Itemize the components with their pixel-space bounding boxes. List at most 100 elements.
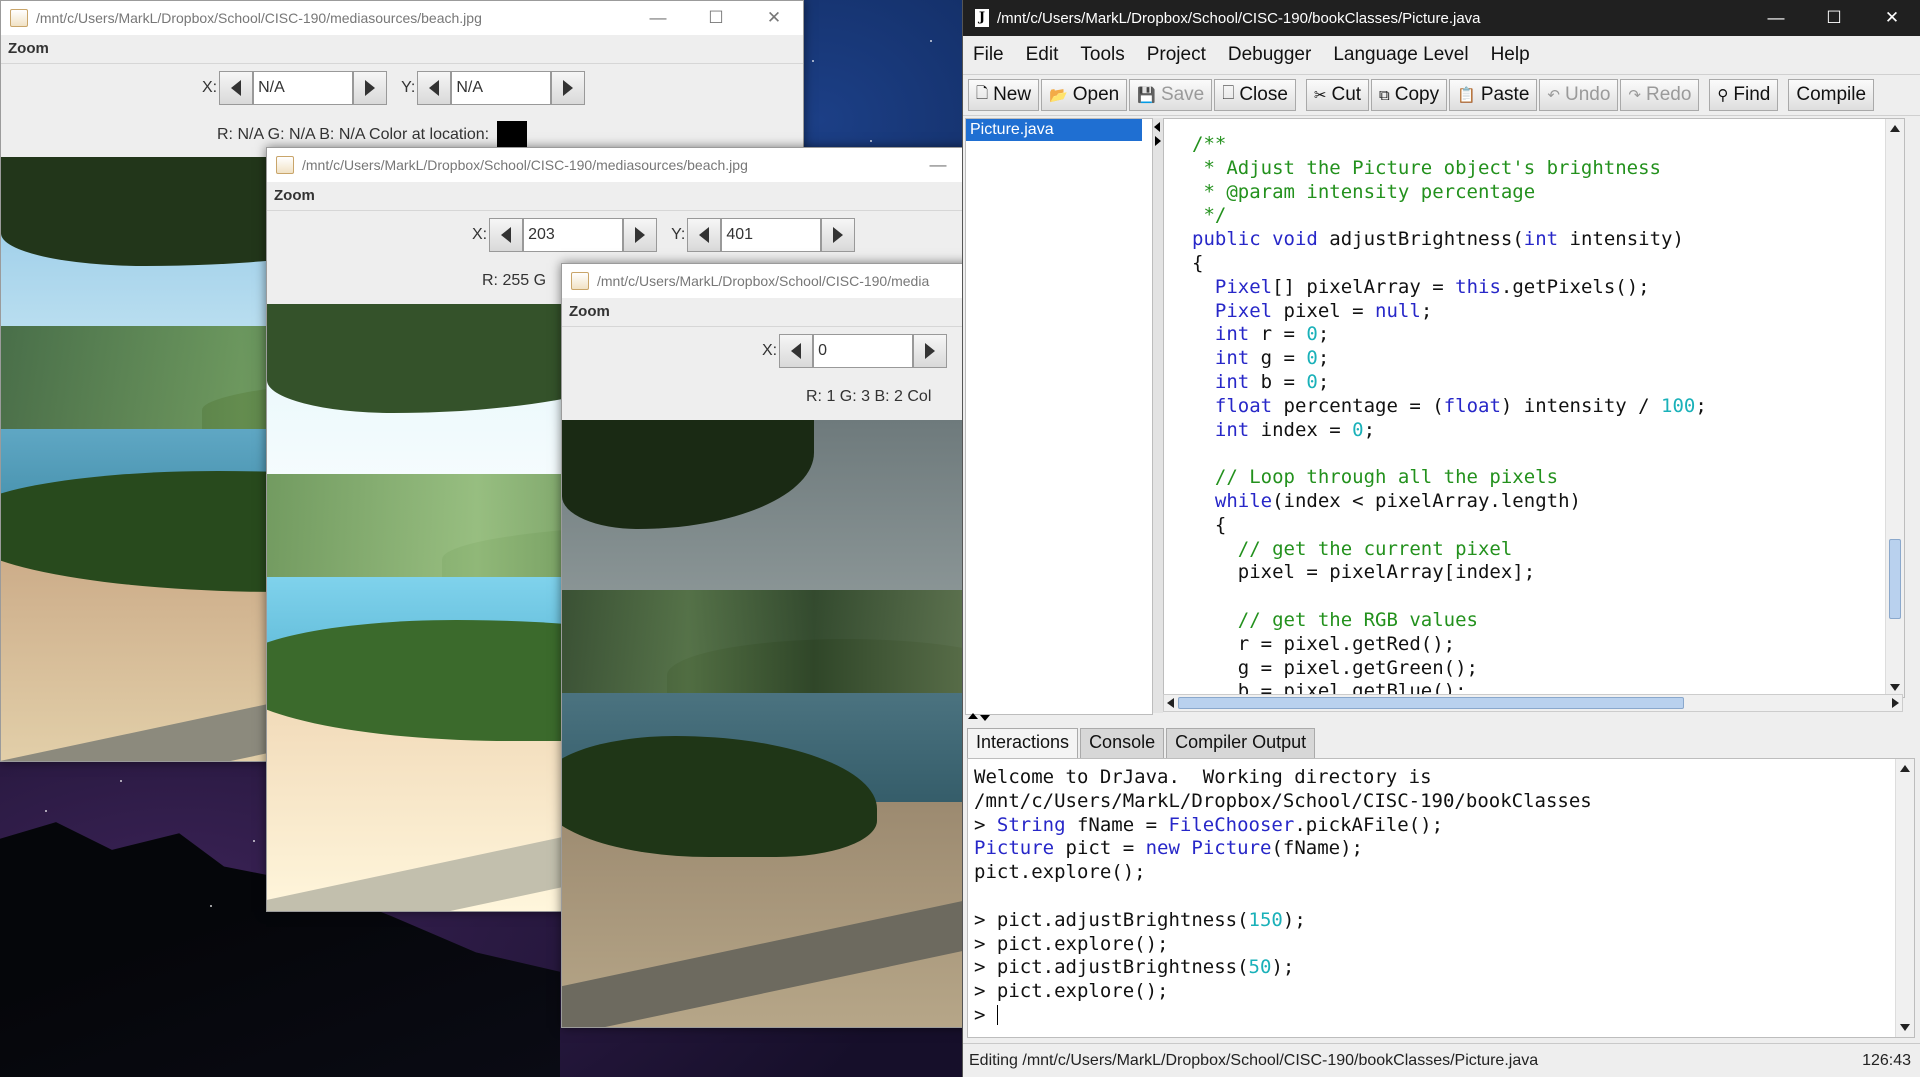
zoom-menu[interactable]: Zoom <box>1 35 803 64</box>
collapse-up-icon[interactable] <box>968 713 978 719</box>
scroll-thumb[interactable] <box>1178 697 1684 709</box>
menu-file[interactable]: File <box>973 44 1004 66</box>
menu-tools[interactable]: Tools <box>1080 44 1124 66</box>
status-text: Editing /mnt/c/Users/MarkL/Dropbox/Schoo… <box>969 1051 1539 1069</box>
drjava-app-icon: J <box>975 9 989 27</box>
open-button[interactable]: 📂 Open <box>1041 79 1128 111</box>
binoculars-icon: ⚲ <box>1717 87 1729 104</box>
scroll-down-icon[interactable] <box>1900 1024 1910 1031</box>
x-prev-button[interactable] <box>779 334 814 368</box>
arrow-left-icon <box>501 227 512 243</box>
toolbar: 🗋 New 📂 Open 💾 Save 🗌 Close ✂ Cut ⧉ Copy 📋 Past… <box>963 75 1920 116</box>
window-titlebar[interactable]: /mnt/c/Users/MarkL/Dropbox/School/CISC-1… <box>1 1 803 35</box>
x-coordinate-input[interactable] <box>253 71 354 105</box>
undo-icon: ↶ <box>1547 87 1560 104</box>
arrow-right-icon <box>925 343 936 359</box>
redo-button[interactable]: ↷ Redo <box>1620 79 1700 111</box>
maximize-icon[interactable]: ☐ <box>687 8 745 28</box>
scroll-left-icon[interactable] <box>1167 698 1174 708</box>
source-code[interactable]: /** * Adjust the Picture object's bright… <box>1164 119 1904 697</box>
code-line: * @param intensity percentage <box>1192 180 1536 203</box>
tab-console[interactable]: Console <box>1080 728 1165 758</box>
file-item-picture-java[interactable]: Picture.java <box>966 119 1142 141</box>
code-line: */ <box>1192 204 1227 227</box>
editor-vertical-scrollbar[interactable] <box>1885 119 1904 697</box>
undo-button[interactable]: ↶ Undo <box>1539 79 1619 111</box>
window-titlebar[interactable]: /mnt/c/Users/MarkL/Dropbox/School/CISC-1… <box>562 264 982 298</box>
y-next-button[interactable] <box>551 71 586 105</box>
x-coordinate-input[interactable] <box>813 334 914 368</box>
vertical-splitter[interactable] <box>1153 118 1163 713</box>
picture-explorer-window-3[interactable]: /mnt/c/Users/MarkL/Dropbox/School/CISC-1… <box>561 263 983 1028</box>
minimize-icon[interactable]: — <box>629 8 687 28</box>
java-app-icon <box>10 9 28 27</box>
code-line: // get the RGB values <box>1237 608 1478 631</box>
console-line: > pict.explore(); <box>974 980 1169 1003</box>
horizontal-splitter[interactable] <box>963 712 1920 722</box>
x-label: X: <box>202 79 218 96</box>
tab-interactions[interactable]: Interactions <box>967 728 1079 758</box>
find-button[interactable]: ⚲ Find <box>1709 79 1779 111</box>
window-title: /mnt/c/Users/MarkL/Dropbox/School/CISC-1… <box>302 157 748 173</box>
scroll-down-icon[interactable] <box>1890 684 1900 691</box>
x-next-button[interactable] <box>913 334 948 368</box>
interactions-text[interactable]: Welcome to DrJava. Working directory is /… <box>968 759 1914 1028</box>
code-line: Pixel[] pixelArray = this.getPixels(); <box>1214 275 1650 298</box>
window-titlebar[interactable]: /mnt/c/Users/MarkL/Dropbox/School/CISC-1… <box>267 148 967 182</box>
console-line: Picture pict = new Picture(fName); <box>974 837 1363 860</box>
collapse-down-icon[interactable] <box>980 715 990 721</box>
zoom-menu[interactable]: Zoom <box>562 298 982 327</box>
menu-project[interactable]: Project <box>1147 44 1206 66</box>
console-vertical-scrollbar[interactable] <box>1895 759 1914 1037</box>
y-prev-button[interactable] <box>417 71 452 105</box>
beach-image-darkened[interactable] <box>562 420 982 1027</box>
editor-horizontal-scrollbar[interactable] <box>1163 694 1903 712</box>
new-button[interactable]: 🗋 New <box>968 79 1040 111</box>
zoom-menu[interactable]: Zoom <box>267 182 967 211</box>
x-prev-button[interactable] <box>219 71 254 105</box>
compile-button[interactable]: Compile <box>1788 79 1875 111</box>
save-button[interactable]: 💾 Save <box>1129 79 1213 111</box>
interactions-pane[interactable]: Welcome to DrJava. Working directory is /… <box>967 758 1915 1038</box>
window-title: /mnt/c/Users/MarkL/Dropbox/School/CISC-1… <box>597 273 930 289</box>
x-coordinate-input[interactable] <box>523 218 624 252</box>
close-button[interactable]: 🗌 Close <box>1214 79 1296 111</box>
window-titlebar[interactable]: J /mnt/c/Users/MarkL/Dropbox/School/CISC… <box>963 0 1920 36</box>
minimize-icon[interactable]: — <box>1747 8 1805 28</box>
scroll-up-icon[interactable] <box>1890 125 1900 132</box>
collapse-left-icon[interactable] <box>1154 122 1160 132</box>
x-next-button[interactable] <box>353 71 388 105</box>
scroll-thumb[interactable] <box>1889 539 1901 619</box>
y-coordinate-input[interactable] <box>721 218 822 252</box>
cut-button[interactable]: ✂ Cut <box>1305 79 1370 111</box>
scroll-up-icon[interactable] <box>1900 765 1910 772</box>
drjava-window[interactable]: J /mnt/c/Users/MarkL/Dropbox/School/CISC… <box>962 0 1920 1077</box>
maximize-icon[interactable]: ☐ <box>1805 8 1863 28</box>
menu-debugger[interactable]: Debugger <box>1228 44 1311 66</box>
y-prev-button[interactable] <box>687 218 722 252</box>
console-line: > pict.adjustBrightness(50); <box>974 956 1295 979</box>
bottom-tabs: Interactions Console Compiler Output <box>967 728 1317 758</box>
x-prev-button[interactable] <box>489 218 524 252</box>
copy-button[interactable]: ⧉ Copy <box>1371 79 1448 111</box>
collapse-right-icon[interactable] <box>1155 136 1161 146</box>
tab-compiler-output[interactable]: Compiler Output <box>1166 728 1316 758</box>
menu-edit[interactable]: Edit <box>1026 44 1059 66</box>
redo-icon: ↷ <box>1628 87 1641 104</box>
code-line: { <box>1192 251 1204 274</box>
y-coordinate-input[interactable] <box>451 71 552 105</box>
x-next-button[interactable] <box>623 218 658 252</box>
arrow-right-icon <box>635 227 646 243</box>
code-line: { <box>1192 513 1227 536</box>
paste-button[interactable]: 📋 Paste <box>1449 79 1538 111</box>
menu-language-level[interactable]: Language Level <box>1333 44 1468 66</box>
code-line: /** <box>1192 133 1227 155</box>
close-icon[interactable]: ✕ <box>1863 8 1920 28</box>
minimize-icon[interactable]: — <box>909 155 967 175</box>
close-icon[interactable]: ✕ <box>745 8 803 28</box>
scroll-right-icon[interactable] <box>1892 698 1899 708</box>
y-next-button[interactable] <box>821 218 856 252</box>
console-line: ​ <box>974 885 1914 909</box>
menu-help[interactable]: Help <box>1491 44 1530 66</box>
code-editor[interactable]: /** * Adjust the Picture object's bright… <box>1163 118 1905 698</box>
